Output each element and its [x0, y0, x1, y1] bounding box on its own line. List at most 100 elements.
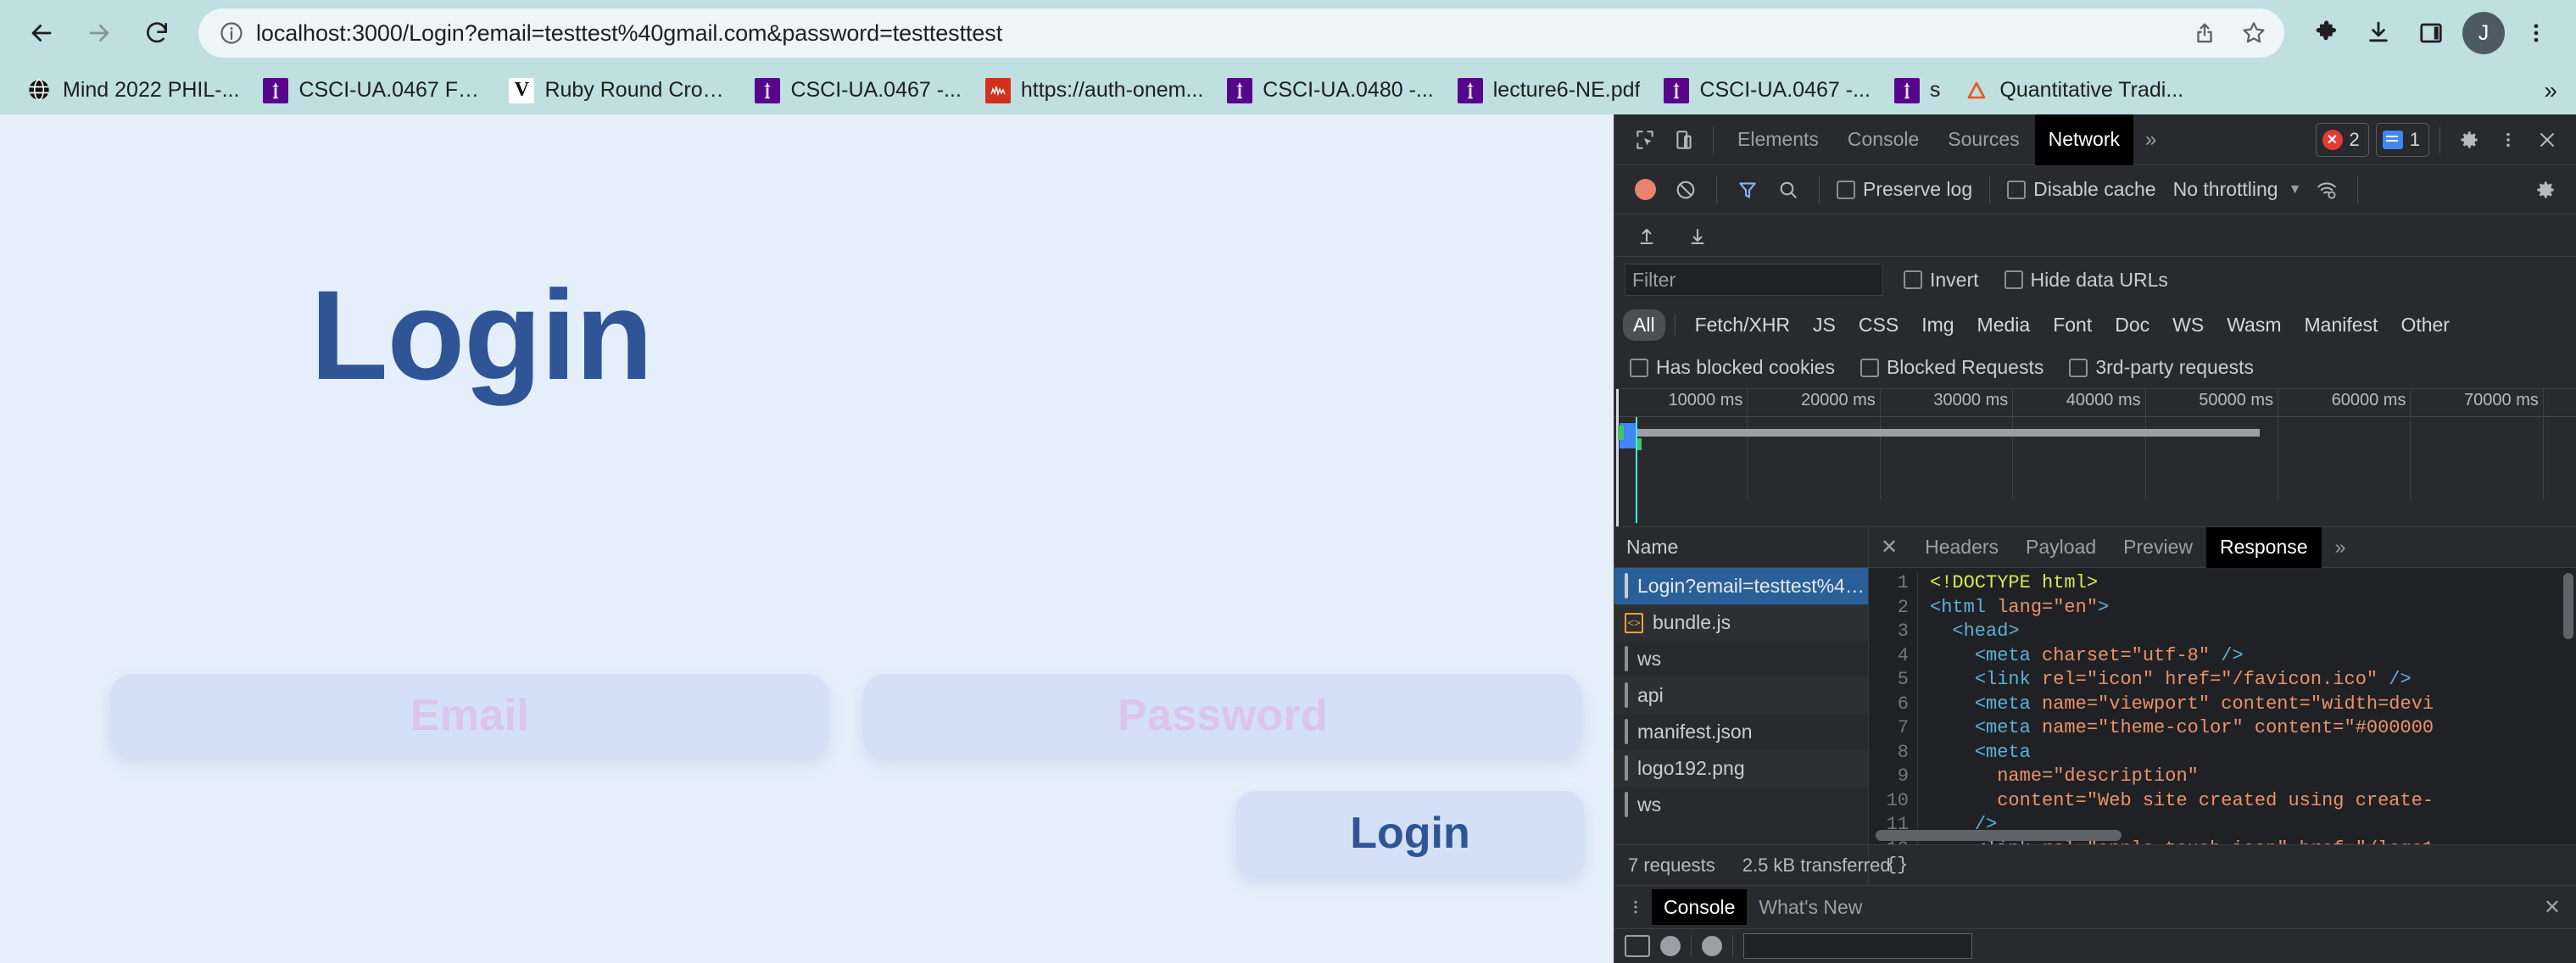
forward-arrow-icon[interactable] — [73, 7, 125, 59]
gear-icon[interactable] — [2451, 121, 2488, 159]
type-filter-other[interactable]: Other — [2390, 309, 2460, 341]
address-bar[interactable]: localhost:3000/Login?email=testtest%40gm… — [198, 8, 2284, 58]
request-row[interactable]: <> bundle.js — [1614, 604, 1868, 641]
type-filter-css[interactable]: CSS — [1848, 309, 1909, 341]
request-list-header[interactable]: Name — [1614, 527, 1868, 568]
bookmark-item[interactable]: CSCI-UA.0467 -... — [1652, 73, 1882, 109]
close-icon[interactable]: ✕ — [1869, 527, 1911, 568]
type-filter-img[interactable]: Img — [1911, 309, 1964, 341]
pretty-print-button[interactable]: {} — [1869, 845, 2576, 885]
preserve-log-checkbox[interactable]: Preserve log — [1832, 178, 1977, 201]
more-tabs-icon[interactable]: » — [2135, 114, 2166, 165]
tab-headers[interactable]: Headers — [1911, 527, 2012, 568]
type-filter-doc[interactable]: Doc — [2105, 309, 2160, 341]
bookmark-item[interactable]: s — [1882, 73, 1953, 109]
disable-cache-checkbox[interactable]: Disable cache — [2002, 178, 2161, 201]
throttling-dropdown[interactable]: No throttling ▼ — [2165, 178, 2306, 201]
request-row[interactable]: manifest.json — [1614, 714, 1868, 750]
tab-sources[interactable]: Sources — [1934, 114, 2032, 165]
request-row[interactable]: Login?email=testtest%40gm... — [1614, 568, 1868, 604]
close-icon[interactable]: ✕ — [2529, 895, 2576, 920]
export-har-icon[interactable] — [1679, 217, 1716, 254]
network-overview-timeline[interactable]: 10000 ms 20000 ms 30000 ms 40000 ms 50000 ms… — [1614, 389, 2576, 527]
bookmark-item[interactable]: lecture6-NE.pdf — [1446, 73, 1653, 109]
type-filter-js[interactable]: JS — [1803, 309, 1846, 341]
bookmarks-overflow-icon[interactable]: » — [2544, 77, 2557, 104]
import-har-icon[interactable] — [1628, 217, 1665, 254]
tab-network[interactable]: Network — [2034, 114, 2133, 165]
error-count-badge[interactable]: ✕ 2 — [2315, 122, 2369, 157]
password-field[interactable]: Password — [863, 674, 1582, 757]
type-filter-manifest[interactable]: Manifest — [2294, 309, 2389, 341]
device-toolbar-icon[interactable] — [1665, 121, 1703, 159]
has-blocked-cookies-label: Has blocked cookies — [1656, 356, 1835, 378]
type-filter-fetch-xhr[interactable]: Fetch/XHR — [1685, 309, 1800, 341]
three-dot-menu-icon[interactable] — [2490, 121, 2527, 159]
third-party-requests-checkbox[interactable]: 3rd-party requests — [2064, 356, 2259, 379]
console-levels-icon[interactable] — [1702, 936, 1722, 956]
bookmark-item[interactable]: V Ruby Round Cross... — [497, 73, 743, 109]
type-filter-media[interactable]: Media — [1967, 309, 2041, 341]
invert-checkbox[interactable]: Invert — [1899, 269, 1984, 292]
reload-icon[interactable] — [131, 7, 183, 59]
tab-response[interactable]: Response — [2205, 526, 2322, 568]
wifi-settings-icon[interactable] — [2308, 171, 2345, 209]
bookmark-item[interactable]: Mind 2022 PHIL-... — [15, 73, 251, 109]
bookmark-item[interactable]: https://auth-onem... — [973, 73, 1215, 109]
login-button-label: Login — [1350, 809, 1470, 858]
console-filter-icon[interactable] — [1660, 936, 1681, 956]
more-tabs-icon[interactable]: » — [2322, 527, 2360, 568]
request-row[interactable]: ws — [1614, 787, 1868, 823]
bookmark-item[interactable]: CSCI-UA.0467 -... — [743, 73, 973, 109]
response-source-code[interactable]: <!DOCTYPE html> <html lang="en"> <head> <… — [1918, 571, 2576, 844]
request-row[interactable]: ws — [1614, 641, 1868, 677]
bookmark-star-icon[interactable] — [2230, 9, 2278, 57]
horizontal-scrollbar[interactable] — [1876, 830, 2122, 841]
type-filter-font[interactable]: Font — [2043, 309, 2102, 341]
puzzle-piece-icon[interactable] — [2301, 8, 2350, 58]
record-stop-icon[interactable] — [1626, 171, 1664, 209]
hide-data-urls-checkbox[interactable]: Hide data URLs — [1999, 269, 2173, 292]
vertical-scrollbar[interactable] — [2563, 573, 2573, 639]
bookmark-item[interactable]: Quantitative Tradi... — [1952, 73, 2195, 109]
url-text[interactable]: localhost:3000/Login?email=testtest%40gm… — [256, 20, 2181, 47]
drawer-tab-whats-new[interactable]: What's New — [1747, 889, 1874, 925]
site-information-icon[interactable] — [217, 19, 246, 47]
tab-console[interactable]: Console — [1834, 114, 1932, 165]
tab-payload[interactable]: Payload — [2012, 527, 2110, 568]
timeline-tick: 10000 ms — [1669, 389, 1748, 499]
side-panel-icon[interactable] — [2406, 8, 2456, 58]
email-field[interactable]: Email — [110, 674, 829, 757]
console-filter-input[interactable] — [1743, 933, 1972, 959]
download-icon[interactable] — [2354, 8, 2403, 58]
three-dot-menu-icon[interactable] — [1620, 899, 1652, 916]
back-arrow-icon[interactable] — [15, 7, 68, 59]
bookmark-item[interactable]: CSCI-UA.0480 -... — [1215, 73, 1445, 109]
bookmark-item[interactable]: CSCI-UA.0467 Fal... — [251, 73, 497, 109]
drawer-tab-console[interactable]: Console — [1652, 889, 1748, 925]
avatar[interactable]: J — [2459, 8, 2508, 58]
share-icon[interactable] — [2181, 9, 2228, 57]
request-row[interactable]: logo192.png — [1614, 750, 1868, 787]
close-icon[interactable] — [2529, 121, 2566, 159]
tab-elements[interactable]: Elements — [1724, 114, 1832, 165]
gear-icon[interactable] — [2527, 171, 2564, 209]
login-button[interactable]: Login — [1236, 791, 1584, 876]
message-count-badge[interactable]: 1 — [2375, 122, 2429, 157]
nyu-torch-icon — [755, 77, 781, 103]
clear-console-icon[interactable] — [1625, 935, 1650, 957]
filter-funnel-icon[interactable] — [1729, 171, 1766, 209]
type-filter-wasm[interactable]: Wasm — [2216, 309, 2291, 341]
inspect-element-icon[interactable] — [1626, 121, 1664, 159]
type-filter-ws[interactable]: WS — [2162, 309, 2214, 341]
request-row[interactable]: api — [1614, 677, 1868, 714]
has-blocked-cookies-checkbox[interactable]: Has blocked cookies — [1625, 356, 1840, 379]
search-icon[interactable] — [1770, 171, 1807, 209]
clear-icon[interactable] — [1667, 171, 1704, 209]
response-body-viewer[interactable]: 123456789101112 <!DOCTYPE html><html lan… — [1869, 568, 2576, 844]
type-filter-all[interactable]: All — [1623, 309, 1665, 341]
three-dot-menu-icon[interactable] — [2512, 8, 2561, 58]
tab-preview[interactable]: Preview — [2110, 527, 2206, 568]
filter-input[interactable]: Filter — [1625, 264, 1883, 296]
blocked-requests-checkbox[interactable]: Blocked Requests — [1855, 356, 2049, 379]
